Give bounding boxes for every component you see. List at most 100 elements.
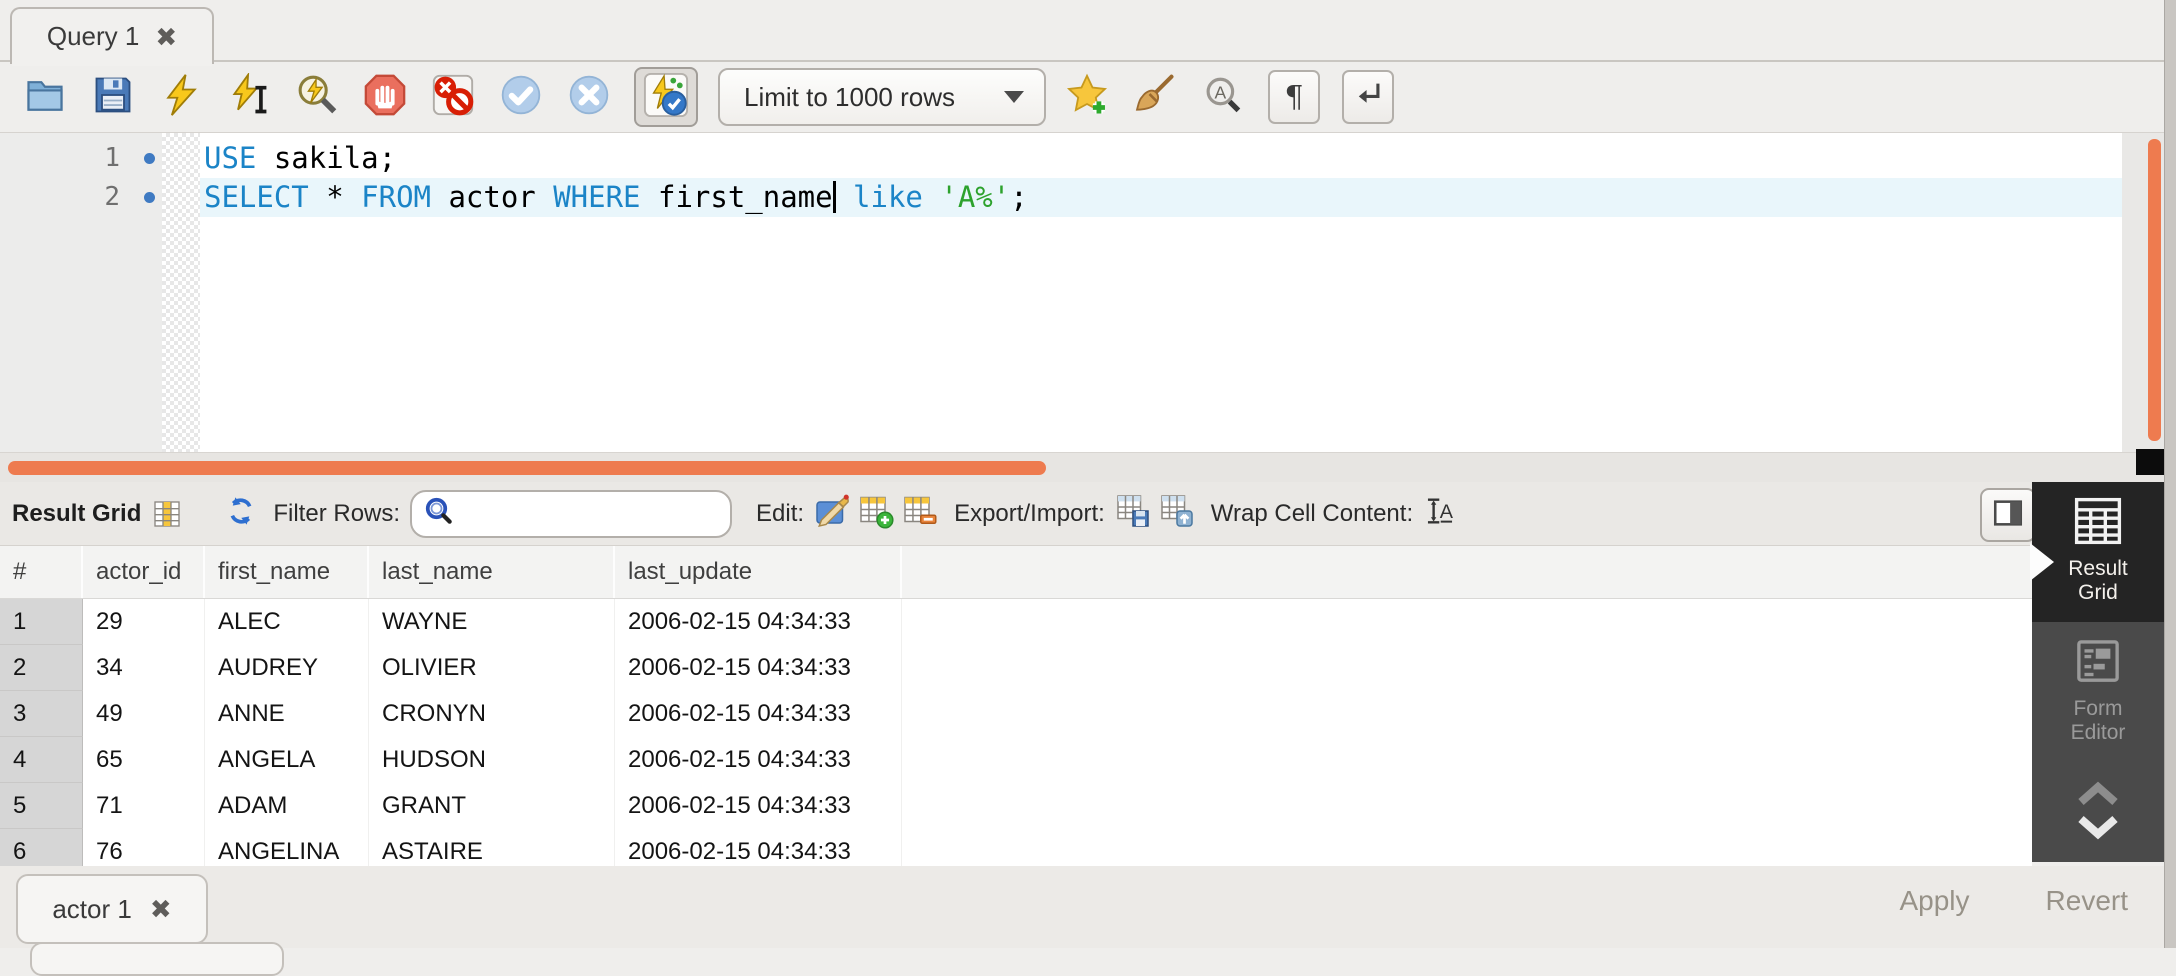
- sql-editor-toolbar: Limit to 1000 rows A ¶: [0, 62, 2176, 132]
- edit-record-button[interactable]: [814, 493, 850, 534]
- cell-actor-id[interactable]: 71: [83, 783, 205, 829]
- stop-hand-icon: [362, 72, 408, 123]
- stop-query-button[interactable]: [362, 74, 408, 120]
- editor-horizontal-scrollbar-thumb[interactable]: [8, 461, 1046, 475]
- cell-last-update[interactable]: 2006-02-15 04:34:33: [615, 691, 902, 737]
- cell-filler: [902, 829, 2032, 866]
- table-row[interactable]: 4 65 ANGELA HUDSON 2006-02-15 04:34:33: [0, 737, 2032, 783]
- save-script-button[interactable]: [90, 74, 136, 120]
- explain-plan-button[interactable]: [294, 74, 340, 120]
- cell-filler: [902, 645, 2032, 691]
- editor-horizontal-scrollbar[interactable]: [0, 452, 2176, 483]
- filter-rows-searchbox[interactable]: [410, 490, 732, 538]
- column-header-last-name[interactable]: last_name: [369, 546, 615, 598]
- cell-last-name[interactable]: ASTAIRE: [369, 829, 615, 866]
- cell-last-update[interactable]: 2006-02-15 04:34:33: [615, 829, 902, 866]
- tab-actor-1[interactable]: actor 1 ✖: [16, 874, 208, 944]
- form-editor-icon: [2071, 634, 2125, 693]
- cell-last-update[interactable]: 2006-02-15 04:34:33: [615, 783, 902, 829]
- cell-first-name[interactable]: ANNE: [205, 691, 369, 737]
- table-row[interactable]: 3 49 ANNE CRONYN 2006-02-15 04:34:33: [0, 691, 2032, 737]
- column-header-actor-id[interactable]: actor_id: [83, 546, 205, 598]
- lightning-cursor-icon: [227, 73, 271, 122]
- magnifier-lightning-icon: [294, 72, 340, 123]
- scrollbar-corner: [2136, 449, 2166, 475]
- sidebar-item-form-editor[interactable]: FormEditor: [2032, 622, 2164, 770]
- limit-rows-dropdown[interactable]: Limit to 1000 rows: [718, 68, 1046, 126]
- cell-last-name[interactable]: CRONYN: [369, 691, 615, 737]
- find-button[interactable]: A: [1200, 74, 1246, 120]
- sql-editor[interactable]: 1 2 USE sakila; SELECT * FROM actor WHER…: [0, 132, 2164, 453]
- cell-last-name[interactable]: HUDSON: [369, 737, 615, 783]
- wrap-cell-content-button[interactable]: A: [1423, 494, 1457, 533]
- insert-row-button[interactable]: [858, 493, 894, 534]
- import-recordset-button[interactable]: [1159, 493, 1195, 534]
- sidebar-label-result-grid: ResultGrid: [2068, 557, 2128, 605]
- refresh-button[interactable]: [225, 495, 257, 532]
- toggle-sidebar-button[interactable]: [1980, 488, 2036, 542]
- chevron-up-icon[interactable]: [2074, 780, 2122, 813]
- cell-last-update[interactable]: 2006-02-15 04:34:33: [615, 737, 902, 783]
- cell-actor-id[interactable]: 34: [83, 645, 205, 691]
- revert-button[interactable]: Revert: [2040, 884, 2134, 918]
- table-row[interactable]: 6 76 ANGELINA ASTAIRE 2006-02-15 04:34:3…: [0, 829, 2032, 866]
- limit-rows-label: Limit to 1000 rows: [744, 82, 955, 113]
- statement-marker-dot: [144, 153, 155, 164]
- grid-icon: [151, 498, 183, 530]
- row-number-cell: 1: [0, 599, 83, 645]
- save-snippet-button[interactable]: [1064, 74, 1110, 120]
- show-invisibles-button[interactable]: ¶: [1268, 70, 1320, 124]
- code-line-1: USE sakila;: [204, 139, 396, 178]
- cell-first-name[interactable]: ADAM: [205, 783, 369, 829]
- delete-row-button[interactable]: [902, 493, 938, 534]
- apply-button[interactable]: Apply: [1893, 884, 1975, 918]
- rollback-button[interactable]: [566, 74, 612, 120]
- cell-actor-id[interactable]: 29: [83, 599, 205, 645]
- code-line-2: SELECT * FROM actor WHERE first_name lik…: [204, 178, 1028, 217]
- export-import-label: Export/Import:: [954, 500, 1105, 528]
- execute-query-button[interactable]: [158, 74, 204, 120]
- cell-actor-id[interactable]: 76: [83, 829, 205, 866]
- editor-vertical-scrollbar-thumb[interactable]: [2148, 139, 2161, 441]
- column-header-rownum[interactable]: #: [0, 546, 83, 598]
- chevron-down-icon[interactable]: [2074, 813, 2122, 846]
- toggle-limit-rows-button[interactable]: [634, 67, 698, 127]
- cell-filler: [902, 737, 2032, 783]
- partial-next-tab: [30, 942, 284, 976]
- table-row[interactable]: 5 71 ADAM GRANT 2006-02-15 04:34:33: [0, 783, 2032, 829]
- table-export-icon: [1115, 493, 1151, 534]
- tab-close-icon[interactable]: ✖: [155, 24, 177, 50]
- editor-vertical-scrollbar[interactable]: [2122, 133, 2164, 453]
- wrap-text-button[interactable]: [1342, 70, 1394, 124]
- open-file-button[interactable]: [22, 74, 68, 120]
- cell-first-name[interactable]: ALEC: [205, 599, 369, 645]
- cell-first-name[interactable]: ANGELA: [205, 737, 369, 783]
- pilcrow-icon: ¶: [1284, 80, 1303, 115]
- cell-first-name[interactable]: ANGELINA: [205, 829, 369, 866]
- table-row[interactable]: 1 29 ALEC WAYNE 2006-02-15 04:34:33: [0, 599, 2032, 645]
- result-grid-icon: [2071, 494, 2125, 553]
- execute-statement-button[interactable]: [226, 74, 272, 120]
- commit-button[interactable]: [498, 74, 544, 120]
- cell-last-update[interactable]: 2006-02-15 04:34:33: [615, 645, 902, 691]
- cell-actor-id[interactable]: 49: [83, 691, 205, 737]
- result-view-sidebar: ResultGrid FormEditor: [2032, 482, 2164, 862]
- cell-last-update[interactable]: 2006-02-15 04:34:33: [615, 599, 902, 645]
- toggle-stop-on-error-button[interactable]: [430, 74, 476, 120]
- cell-filler: [902, 599, 2032, 645]
- export-recordset-button[interactable]: [1115, 493, 1151, 534]
- tab-query-1[interactable]: Query 1 ✖: [10, 7, 214, 64]
- beautify-sql-button[interactable]: [1132, 74, 1178, 120]
- cell-last-name[interactable]: GRANT: [369, 783, 615, 829]
- table-row[interactable]: 2 34 AUDREY OLIVIER 2006-02-15 04:34:33: [0, 645, 2032, 691]
- row-number-cell: 6: [0, 829, 83, 866]
- cell-last-name[interactable]: WAYNE: [369, 599, 615, 645]
- column-header-first-name[interactable]: first_name: [205, 546, 369, 598]
- column-header-last-update[interactable]: last_update: [615, 546, 902, 598]
- search-input[interactable]: [454, 493, 768, 535]
- cell-actor-id[interactable]: 65: [83, 737, 205, 783]
- tab-close-icon[interactable]: ✖: [150, 896, 172, 922]
- cell-last-name[interactable]: OLIVIER: [369, 645, 615, 691]
- cell-first-name[interactable]: AUDREY: [205, 645, 369, 691]
- selected-panel-pointer: [2030, 543, 2054, 581]
